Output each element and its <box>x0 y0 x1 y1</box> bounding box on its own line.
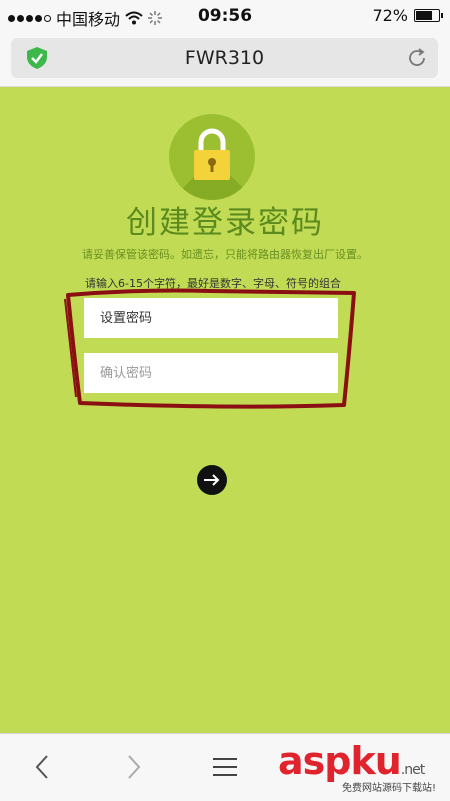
page-heading: 创建登录密码 <box>126 205 324 241</box>
chevron-left-icon[interactable] <box>28 752 58 782</box>
watermark-suffix: ku <box>350 739 401 783</box>
lock-badge <box>169 114 255 200</box>
hamburger-menu-icon[interactable] <box>210 752 240 782</box>
battery-icon <box>414 9 443 22</box>
router-setup-page: 创建登录密码 请妥善保管该密码。如遗忘，只能将路由器恢复出厂设置。 请输入6-1… <box>0 87 450 733</box>
reload-icon[interactable] <box>406 47 428 69</box>
page-title: FWR310 <box>184 47 265 69</box>
watermark-logo: aspku.net 免费网站源码下载站! <box>270 739 450 800</box>
arrow-right-icon <box>204 474 220 486</box>
battery-percent: 72% <box>372 6 408 25</box>
browser-address-bar: FWR310 <box>0 32 450 87</box>
url-field[interactable]: FWR310 <box>11 38 438 78</box>
padlock-icon <box>194 128 230 180</box>
password-warning-text: 请妥善保管该密码。如遗忘，只能将路由器恢复出厂设置。 <box>82 248 368 261</box>
chevron-right-icon[interactable] <box>118 752 148 782</box>
watermark-main: asp <box>278 739 351 783</box>
next-button[interactable] <box>197 465 227 495</box>
watermark-domain: .net <box>400 762 425 778</box>
watermark-tagline: 免费网站源码下载站! <box>342 783 437 794</box>
battery-status: 72% <box>372 6 443 25</box>
status-bar: 中国移动 09:56 72% <box>0 0 450 32</box>
hand-drawn-highlight-outline <box>64 288 356 409</box>
